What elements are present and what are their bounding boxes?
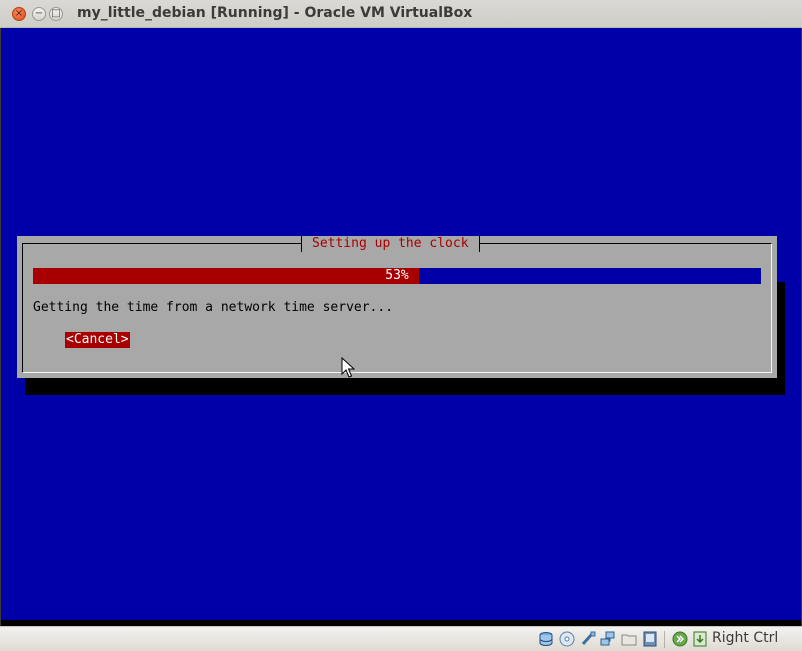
status-bar-separator — [664, 631, 665, 648]
status-message: Getting the time from a network time ser… — [33, 300, 394, 315]
progress-percent-label: 53% — [385, 268, 409, 283]
window-title-bar[interactable]: × − □ my_little_debian [Running] - Oracl… — [0, 0, 802, 28]
close-window-button[interactable]: × — [12, 7, 26, 21]
host-key-label: Right Ctrl — [712, 630, 779, 646]
progress-bar: 53% — [33, 268, 761, 284]
minimize-window-button[interactable]: − — [32, 7, 46, 21]
optical-drive-icon[interactable] — [559, 631, 575, 647]
network-icon[interactable] — [600, 631, 616, 647]
status-bar: Right Ctrl — [0, 626, 802, 651]
usb-icon[interactable] — [580, 631, 596, 647]
minimize-icon: − — [34, 8, 44, 19]
window-title: my_little_debian [Running] - Oracle VM V… — [77, 5, 473, 21]
capture-icon[interactable] — [672, 631, 688, 647]
keyboard-icon[interactable] — [692, 631, 708, 647]
maximize-icon: □ — [51, 8, 61, 19]
mouse-pointer-icon — [341, 357, 355, 378]
installer-dialog: Setting up the clock 53% Getting the tim… — [17, 236, 777, 378]
close-icon: × — [14, 8, 24, 19]
maximize-window-button[interactable]: □ — [49, 7, 63, 21]
dialog-title: Setting up the clock — [301, 236, 480, 252]
video-capture-icon[interactable] — [642, 631, 658, 647]
vm-display[interactable]: Setting up the clock 53% Getting the tim… — [1, 28, 801, 622]
hard-disk-icon[interactable] — [538, 631, 554, 647]
shared-folders-icon[interactable] — [621, 631, 637, 647]
cancel-button[interactable]: <Cancel> — [65, 332, 130, 348]
